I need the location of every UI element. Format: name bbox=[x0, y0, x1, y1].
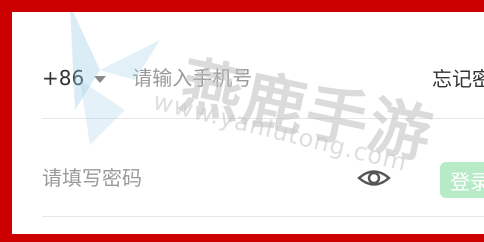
phone-row: +86 bbox=[42, 56, 484, 100]
caret-down-icon[interactable] bbox=[94, 75, 107, 83]
password-row bbox=[42, 156, 484, 200]
phone-input[interactable] bbox=[132, 63, 383, 93]
eye-icon[interactable] bbox=[357, 167, 391, 189]
password-input[interactable] bbox=[42, 163, 332, 193]
forgot-password-link[interactable]: 忘记密码 bbox=[432, 67, 484, 91]
divider bbox=[42, 118, 484, 119]
login-button[interactable]: 登录 bbox=[440, 162, 484, 198]
country-code-selector[interactable]: +86 bbox=[42, 66, 84, 90]
login-form: +86 忘记密码 登录 bbox=[12, 12, 484, 234]
login-screen: +86 忘记密码 登录 燕鹿手游 www.yanlutong.com bbox=[0, 0, 484, 242]
divider bbox=[42, 216, 484, 217]
